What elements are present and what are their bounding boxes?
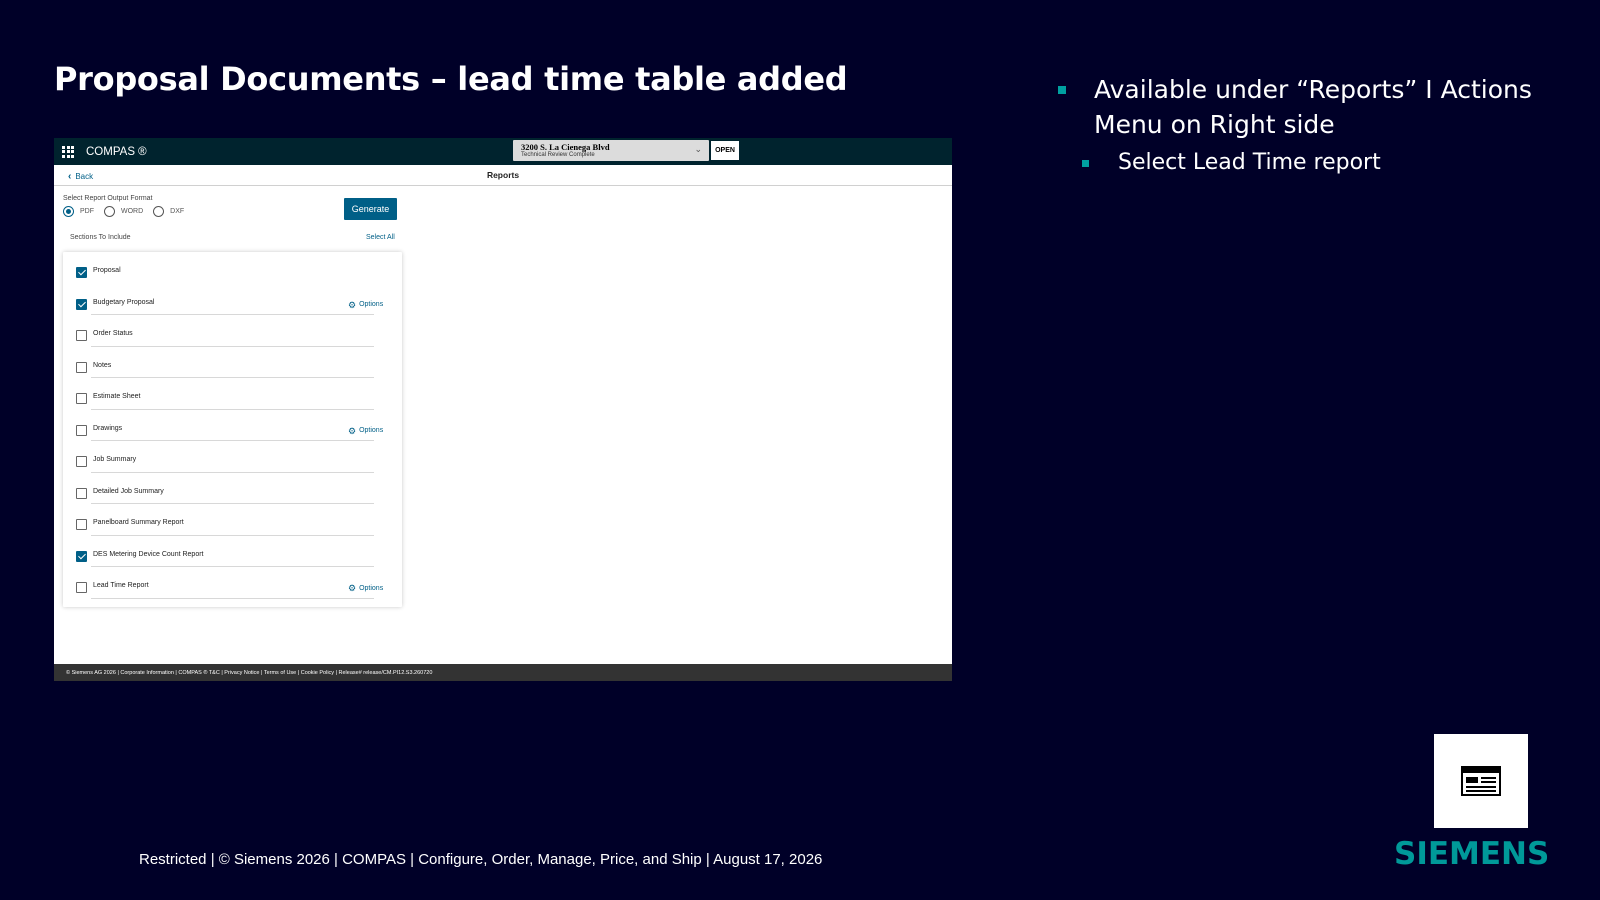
section-row: Proposal xyxy=(63,252,402,284)
section-checkbox[interactable] xyxy=(76,267,87,278)
report-document-icon xyxy=(1461,766,1501,796)
section-label: Budgetary Proposal xyxy=(93,298,155,306)
options-link[interactable]: ⚙ Options xyxy=(348,425,384,436)
radio-dxf[interactable] xyxy=(153,206,165,217)
sections-card: Proposal Budgetary Proposal ⚙ Options Order … xyxy=(63,252,402,607)
section-label: DES Metering Device Count Report xyxy=(93,550,204,558)
section-label: Notes xyxy=(93,361,112,369)
project-title: 3200 S. La Cienega Blvd xyxy=(521,142,610,152)
sub-bullet-item: Select Lead Time report xyxy=(1054,148,1574,178)
section-checkbox[interactable] xyxy=(76,330,87,341)
section-checkbox[interactable] xyxy=(76,456,87,467)
bullet-square-icon xyxy=(1082,160,1089,167)
app-launcher-icon[interactable] xyxy=(62,145,74,158)
chevron-down-icon: ⌄ xyxy=(694,145,702,155)
format-label: Select Report Output Format xyxy=(63,195,153,202)
app-header: COMPAS ® 3200 S. La Cienega Blvd Technic… xyxy=(54,138,952,165)
options-link[interactable]: ⚙ Options xyxy=(348,583,384,593)
document-icon-card xyxy=(1434,734,1528,828)
section-checkbox[interactable] xyxy=(76,550,87,562)
slide-footer: Restricted | © Siemens 2026 | COMPAS | C… xyxy=(139,851,823,868)
bullet-text: Select Lead Time report xyxy=(1118,150,1381,175)
section-row: Job Summary xyxy=(63,441,402,473)
radio-pdf[interactable] xyxy=(63,206,74,217)
bullet-item: Available under “Reports” I Actions Menu… xyxy=(1054,72,1574,142)
sections-label: Sections To Include xyxy=(70,234,131,241)
section-checkbox[interactable] xyxy=(76,487,87,499)
bullet-list: Available under “Reports” I Actions Menu… xyxy=(1054,72,1574,178)
section-row: Detailed Job Summary xyxy=(63,473,402,504)
section-label: Panelboard Summary Report xyxy=(93,519,184,526)
gear-icon: ⚙ xyxy=(348,299,357,310)
section-checkbox[interactable] xyxy=(76,298,87,310)
radio-label: DXF xyxy=(170,208,185,215)
radio-label: WORD xyxy=(121,208,144,215)
options-label: Options xyxy=(359,584,384,592)
options-link[interactable]: ⚙ Options xyxy=(348,299,384,310)
section-checkbox[interactable] xyxy=(76,393,87,404)
gear-icon: ⚙ xyxy=(348,583,357,593)
app-footer: © Siemens AG 2026 | Corporate Informatio… xyxy=(54,664,952,681)
section-row: DES Metering Device Count Report xyxy=(63,536,402,567)
section-row: Drawings ⚙ Options xyxy=(63,410,402,441)
section-row: Lead Time Report ⚙ Options xyxy=(63,567,402,599)
project-select[interactable]: 3200 S. La Cienega Blvd Technical Review… xyxy=(513,140,709,161)
section-row: Notes xyxy=(63,347,402,378)
options-label: Options xyxy=(359,301,384,308)
section-checkbox[interactable] xyxy=(76,361,87,373)
section-label: Order Status xyxy=(93,330,133,337)
gear-icon: ⚙ xyxy=(348,425,357,436)
section-label: Detailed Job Summary xyxy=(93,487,164,495)
page-subheader: ‹ Back Reports xyxy=(54,165,952,186)
section-row: Estimate Sheet xyxy=(63,378,402,410)
radio-word[interactable] xyxy=(104,206,115,217)
row-divider xyxy=(91,597,374,599)
app-screenshot: COMPAS ® 3200 S. La Cienega Blvd Technic… xyxy=(54,138,952,681)
section-label: Proposal xyxy=(93,267,121,274)
section-label: Drawings xyxy=(93,424,123,432)
section-checkbox[interactable] xyxy=(76,582,87,593)
select-all-link[interactable]: Select All xyxy=(366,234,395,241)
section-row: Order Status xyxy=(63,315,402,347)
section-label: Lead Time Report xyxy=(93,582,149,589)
bullet-square-icon xyxy=(1058,86,1066,94)
section-checkbox[interactable] xyxy=(76,519,87,530)
format-radio-group: PDF WORD DXF xyxy=(63,206,194,217)
siemens-logo: SIEMENS xyxy=(1394,836,1550,872)
generate-button[interactable]: Generate xyxy=(344,198,397,220)
page-title: Reports xyxy=(486,170,520,180)
bullet-text: Available under “Reports” I Actions Menu… xyxy=(1094,75,1532,139)
section-checkbox[interactable] xyxy=(76,424,87,436)
project-status: Technical Review Complete xyxy=(521,152,595,158)
radio-label: PDF xyxy=(80,208,94,215)
options-label: Options xyxy=(359,427,384,434)
section-label: Estimate Sheet xyxy=(93,393,141,400)
app-name: COMPAS ® xyxy=(86,145,147,158)
section-row: Panelboard Summary Report xyxy=(63,504,402,536)
open-button[interactable]: OPEN xyxy=(711,141,739,160)
section-label: Job Summary xyxy=(93,456,137,463)
section-row: Budgetary Proposal ⚙ Options xyxy=(63,284,402,315)
slide-title: Proposal Documents – lead time table add… xyxy=(54,60,848,98)
